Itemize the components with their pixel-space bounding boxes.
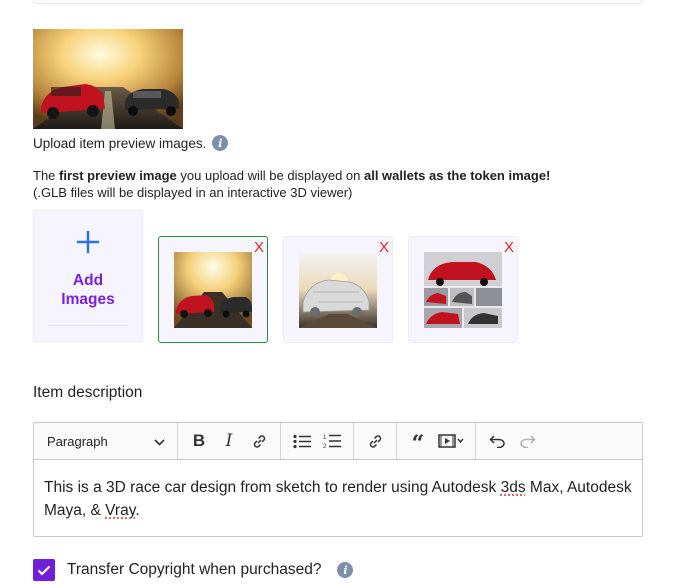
transfer-copyright-row: Transfer Copyright when purchased? i (33, 559, 354, 581)
thumbnail-image (424, 252, 502, 328)
block-format-dropdown[interactable]: Paragraph (34, 423, 178, 459)
previous-field-box (33, 0, 643, 4)
redo-icon[interactable] (512, 427, 542, 455)
glb-note: (.GLB files will be displayed in an inte… (33, 185, 353, 200)
bold-icon[interactable]: B (184, 427, 214, 455)
formatting-group: B I (178, 423, 281, 459)
history-group (476, 423, 548, 459)
rich-text-editor[interactable]: Paragraph B I 12 “ This is a 3D race car… (33, 422, 643, 537)
spellcheck-word: 3ds (500, 479, 526, 496)
media-embed-icon[interactable] (433, 427, 469, 455)
editor-toolbar: Paragraph B I 12 “ (34, 423, 642, 460)
add-images-button[interactable]: Add Images (33, 210, 143, 342)
transfer-copyright-checkbox[interactable] (33, 559, 55, 581)
thumbnail-item[interactable]: X (158, 236, 268, 343)
blockquote-icon[interactable]: “ (403, 427, 433, 455)
upload-label: Upload item preview images. i (33, 135, 229, 151)
item-description-label: Item description (33, 384, 143, 401)
divider (48, 325, 128, 326)
svg-text:2: 2 (323, 444, 327, 449)
transfer-copyright-label: Transfer Copyright when purchased? (67, 561, 322, 578)
numbered-list-icon[interactable]: 12 (317, 427, 347, 455)
thumbnail-item[interactable]: X (408, 236, 518, 343)
block-format-value: Paragraph (47, 433, 108, 449)
editor-content[interactable]: This is a 3D race car design from sketch… (34, 460, 642, 522)
thumbnail-image (174, 252, 252, 328)
italic-icon[interactable]: I (214, 427, 244, 455)
info-icon[interactable]: i (337, 562, 354, 578)
insert-link-group (354, 423, 397, 459)
add-images-label: Add Images (61, 272, 115, 308)
list-group: 12 (281, 423, 354, 459)
undo-icon[interactable] (482, 427, 512, 455)
chevron-down-icon (154, 434, 165, 449)
remove-image-button[interactable]: X (379, 240, 389, 255)
first-image-note: The first preview image you upload will … (33, 168, 551, 183)
bulleted-list-icon[interactable] (287, 427, 317, 455)
svg-text:1: 1 (323, 435, 327, 441)
thumbnail-item[interactable]: X (283, 236, 393, 343)
remove-image-button[interactable]: X (254, 240, 264, 255)
link-icon[interactable] (244, 427, 274, 455)
main-preview-image (33, 29, 183, 129)
spellcheck-word: Vray (105, 502, 136, 519)
remove-image-button[interactable]: X (504, 240, 514, 255)
info-icon[interactable]: i (212, 135, 229, 151)
plus-icon (34, 227, 142, 261)
block-group: “ (397, 423, 476, 459)
link-icon[interactable] (360, 427, 390, 455)
thumbnail-image (299, 252, 377, 328)
